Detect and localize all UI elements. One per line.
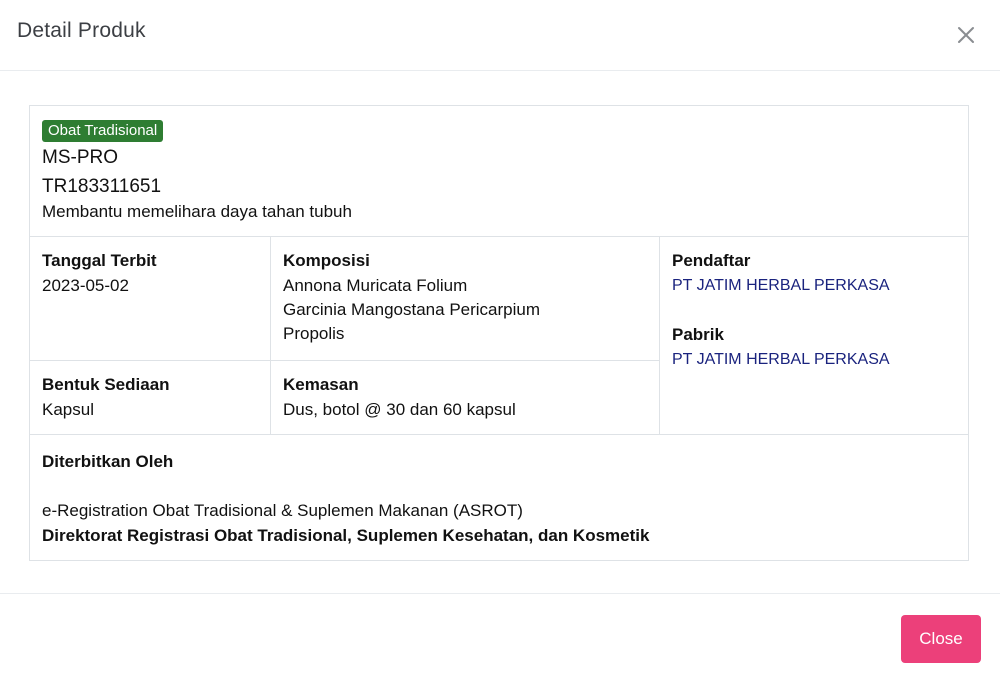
issuing-directorate: Direktorat Registrasi Obat Tradisional, … — [42, 526, 650, 545]
manufacturer-label: Pabrik — [672, 325, 724, 344]
modal-footer: Close — [0, 593, 1000, 680]
composition-cell: Komposisi Annona Muricata Folium Garcini… — [271, 237, 660, 361]
registrant-link[interactable]: PT JATIM HERBAL PERKASA — [672, 277, 890, 295]
product-summary: Obat Tradisional MS-PRO TR183311651 Memb… — [30, 106, 968, 237]
composition-label: Komposisi — [283, 251, 370, 270]
issue-date-value: 2023-05-02 — [42, 276, 129, 295]
dosage-form-value: Kapsul — [42, 400, 94, 419]
packaging-value: Dus, botol @ 30 dan 60 kapsul — [283, 400, 516, 419]
modal-header: Detail Produk — [0, 0, 1000, 71]
manufacturer-link[interactable]: PT JATIM HERBAL PERKASA — [672, 351, 890, 369]
issue-date-cell: Tanggal Terbit 2023-05-02 — [30, 237, 271, 361]
packaging-cell: Kemasan Dus, botol @ 30 dan 60 kapsul — [271, 361, 660, 435]
modal-title: Detail Produk — [17, 19, 146, 42]
issue-date-label: Tanggal Terbit — [42, 251, 157, 270]
product-card: Obat Tradisional MS-PRO TR183311651 Memb… — [29, 105, 969, 561]
composition-item: Garcinia Mangostana Pericarpium — [283, 300, 541, 319]
dosage-form-cell: Bentuk Sediaan Kapsul — [30, 361, 271, 435]
issuing-system: e-Registration Obat Tradisional & Suplem… — [42, 501, 523, 520]
registrant-cell: Pendaftar PT JATIM HERBAL PERKASA Pabrik… — [660, 237, 968, 435]
product-claim: Membantu memelihara daya tahan tubuh — [42, 202, 352, 221]
issued-by-cell: Diterbitkan Oleh e-Registration Obat Tra… — [30, 435, 968, 560]
dosage-form-label: Bentuk Sediaan — [42, 375, 170, 394]
close-x-button[interactable] — [953, 22, 979, 48]
registrant-label: Pendaftar — [672, 251, 751, 270]
product-detail-modal: Detail Produk Obat Tradisional MS-PRO TR… — [0, 0, 1000, 680]
product-name: MS-PRO — [42, 147, 118, 168]
close-button[interactable]: Close — [901, 615, 981, 663]
registration-number: TR183311651 — [42, 176, 162, 197]
category-badge: Obat Tradisional — [42, 120, 164, 142]
composition-item: Annona Muricata Folium — [283, 276, 468, 295]
close-x-icon — [953, 22, 979, 48]
composition-item: Propolis — [283, 324, 345, 343]
issued-by-label: Diterbitkan Oleh — [42, 452, 174, 471]
packaging-label: Kemasan — [283, 375, 359, 394]
